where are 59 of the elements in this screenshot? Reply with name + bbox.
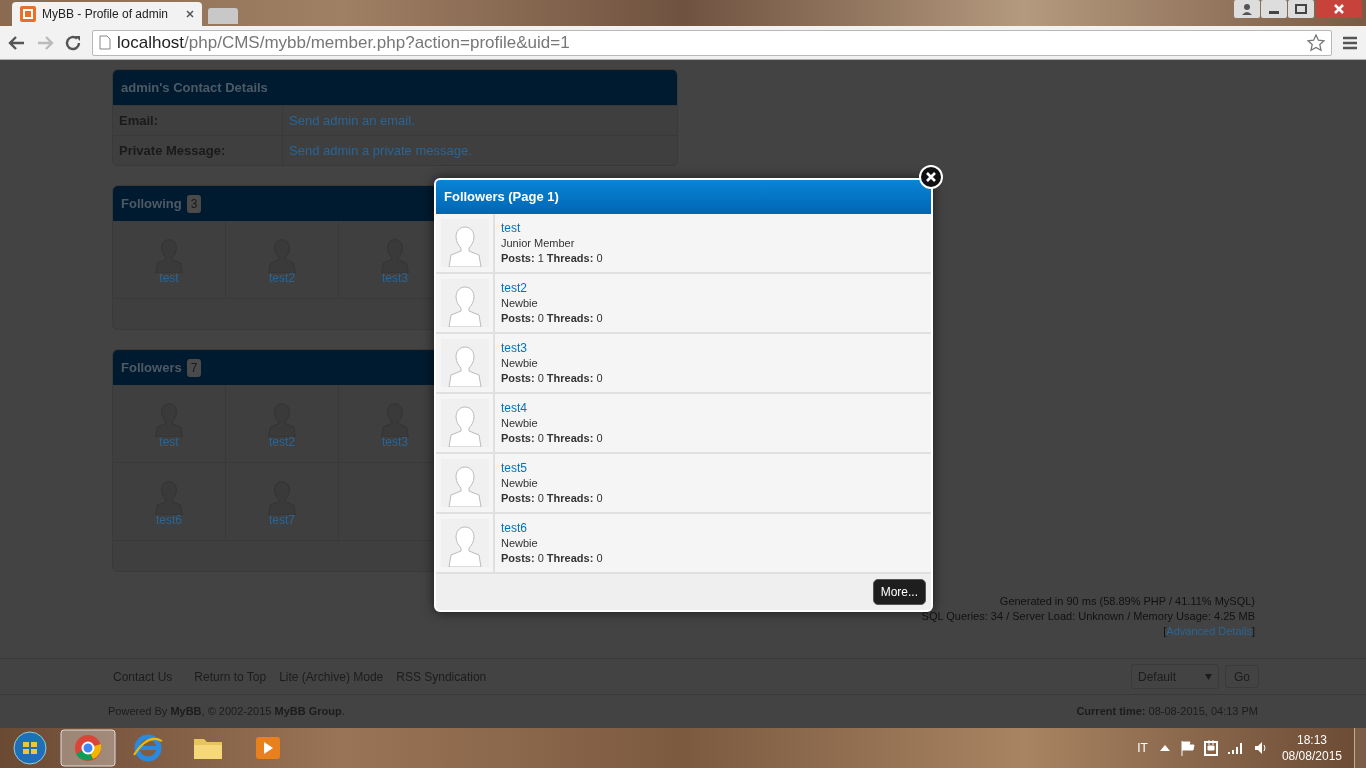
flag-icon[interactable]: [1179, 740, 1196, 756]
minimize-icon[interactable]: [1260, 0, 1288, 18]
menu-icon[interactable]: [1342, 35, 1358, 50]
user-link[interactable]: test3: [382, 269, 408, 287]
member-link[interactable]: test2: [501, 280, 603, 296]
star-icon[interactable]: [1307, 33, 1325, 52]
member-rank: Newbie: [501, 535, 539, 551]
contact-link[interactable]: Send admin a private message.: [289, 140, 472, 161]
member-stats: Posts: 0 Threads: 0: [501, 490, 603, 506]
contact-link[interactable]: Send admin an email.: [289, 110, 415, 131]
user-link[interactable]: test3: [382, 433, 408, 451]
member-stats: Posts: 1 Threads: 0: [501, 250, 603, 266]
address-bar[interactable]: localhost/php/CMS/mybb/member.php?action=profile&uid=1: [92, 29, 1332, 56]
member-link[interactable]: test: [501, 220, 603, 236]
page-icon: [99, 35, 111, 50]
dialog-title: Followers (Page 1): [436, 180, 931, 214]
member-rank: Newbie: [501, 415, 539, 431]
user-link[interactable]: test: [159, 433, 179, 451]
reload-icon[interactable]: [64, 33, 82, 52]
member-stats: Posts: 0 Threads: 0: [501, 370, 603, 386]
speaker-icon[interactable]: [1253, 741, 1268, 755]
card-title: admin's Contact Details: [113, 70, 677, 105]
member-rank: Newbie: [501, 355, 539, 371]
back-icon[interactable]: [8, 34, 26, 51]
member-link[interactable]: test3: [501, 340, 603, 356]
card-title: Followers: [121, 358, 182, 377]
user-icon[interactable]: [1234, 0, 1260, 18]
member-stats: Posts: 0 Threads: 0: [501, 550, 603, 566]
bracket-text: [: [1163, 624, 1167, 639]
user-link[interactable]: test6: [156, 511, 182, 529]
member-link[interactable]: test4: [501, 400, 603, 416]
show-desktop-button[interactable]: [1354, 728, 1366, 768]
up-arrow-icon[interactable]: [1159, 745, 1170, 751]
member-link[interactable]: test5: [501, 460, 603, 476]
member-rank: Newbie: [501, 475, 539, 491]
more-button[interactable]: More...: [872, 579, 926, 605]
browser-tab[interactable]: MyBB - Profile of admin: [12, 2, 202, 26]
maximize-icon[interactable]: [1288, 0, 1316, 18]
member-stats: Posts: 0 Threads: 0: [501, 310, 603, 326]
user-link[interactable]: test7: [269, 511, 295, 529]
member-link[interactable]: test6: [501, 520, 603, 536]
card-title: Following: [121, 194, 182, 213]
member-rank: Newbie: [501, 295, 539, 311]
user-link[interactable]: test2: [269, 433, 295, 451]
close-icon[interactable]: [186, 10, 194, 18]
app-logo-icon: [20, 6, 36, 22]
language-indicator[interactable]: IT: [1137, 739, 1148, 757]
url-text: localhost/php/CMS/mybb/member.php?action=profile&uid=1: [117, 31, 570, 54]
bracket-text: ]: [1251, 624, 1255, 639]
advanced-details-link[interactable]: Advanced Details: [1166, 624, 1252, 639]
member-rank: Junior Member: [501, 235, 576, 251]
user-link[interactable]: test: [159, 269, 179, 287]
chrome-icon[interactable]: [60, 729, 116, 767]
signal-bars-icon[interactable]: [1227, 742, 1244, 754]
member-stats: Posts: 0 Threads: 0: [501, 430, 603, 446]
tab-title: MyBB - Profile of admin: [42, 6, 170, 23]
caret-icon: [1205, 673, 1212, 680]
clock[interactable]: 18:13 08/08/2015: [1281, 732, 1342, 764]
user-link[interactable]: test2: [269, 269, 295, 287]
